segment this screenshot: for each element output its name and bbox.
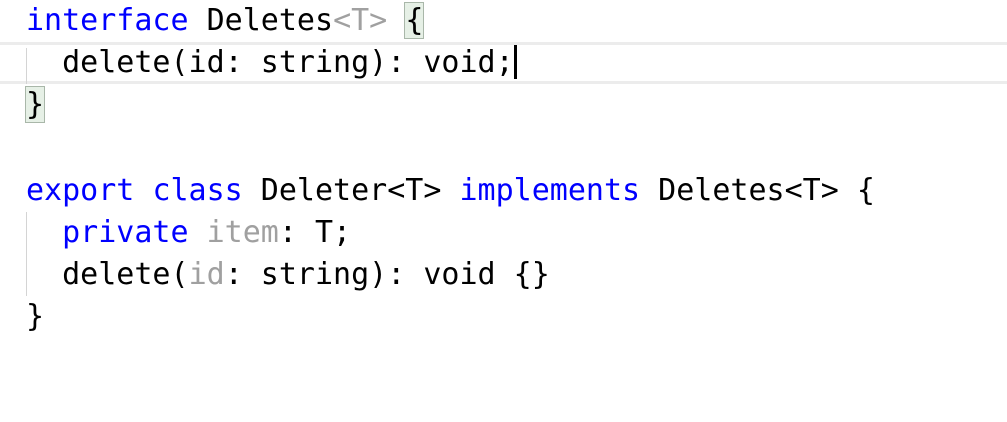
keyword-export: export — [26, 173, 135, 208]
matched-close-brace: } — [24, 86, 46, 123]
matched-open-brace: { — [404, 2, 425, 39]
method-signature: delete(id: string): void; — [26, 45, 514, 80]
code-line-2[interactable]: delete(id: string): void; — [0, 42, 517, 84]
keyword-implements: implements — [459, 173, 641, 208]
class-name: Deleter<T> — [242, 173, 460, 208]
implemented-interface: Deletes<T> { — [640, 173, 875, 208]
keyword-class: class — [152, 173, 243, 208]
code-line-8[interactable]: } — [0, 296, 72, 338]
code-line-7[interactable]: delete(id: string): void {} — [0, 254, 550, 296]
text-cursor — [513, 44, 517, 79]
method-rest: : string): void {} — [224, 257, 550, 292]
code-line-3[interactable]: } — [0, 84, 72, 126]
keyword-private: private — [62, 215, 189, 250]
field-type: : T; — [278, 215, 352, 250]
close-brace: } — [26, 299, 45, 334]
code-line-6[interactable]: private item: T; — [0, 212, 351, 254]
unused-field-item: item — [206, 215, 279, 250]
code-line-1[interactable]: interface Deletes<T> { — [0, 0, 425, 42]
code-editor[interactable]: interface Deletes<T> { delete(id: string… — [0, 0, 1007, 417]
type-parameter: <T> — [333, 3, 388, 38]
code-line-5[interactable]: export class Deleter<T> implements Delet… — [0, 170, 875, 212]
interface-name: Deletes — [188, 3, 334, 38]
keyword-interface: interface — [26, 3, 189, 38]
method-name: delete( — [26, 257, 189, 292]
unused-param-id: id — [188, 257, 225, 292]
